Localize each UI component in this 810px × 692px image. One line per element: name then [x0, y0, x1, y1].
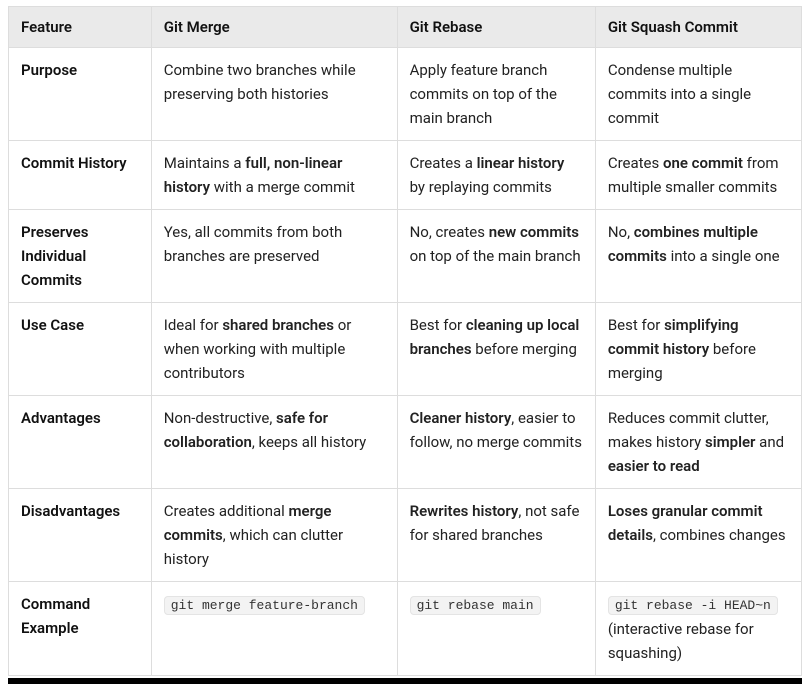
cell-feature: Preserves Individual Commits — [9, 210, 152, 303]
table-row: Command Examplegit merge feature-branchg… — [9, 582, 802, 676]
cell-rebase: Apply feature branch commits on top of t… — [397, 48, 595, 141]
cell-merge: Combine two branches while preserving bo… — [151, 48, 397, 141]
cell-squash: Creates one commit from multiple smaller… — [595, 141, 801, 210]
cell-rebase: Creates a linear history by replaying co… — [397, 141, 595, 210]
cell-merge: Maintains a full, non-linear history wit… — [151, 141, 397, 210]
cell-squash: Reduces commit clutter, makes history si… — [595, 396, 801, 489]
table-body: PurposeCombine two branches while preser… — [9, 48, 802, 676]
cell-feature: Command Example — [9, 582, 152, 676]
header-git-rebase: Git Rebase — [397, 7, 595, 48]
table-row: Preserves Individual CommitsYes, all com… — [9, 210, 802, 303]
cell-merge: git merge feature-branch — [151, 582, 397, 676]
cell-merge: Yes, all commits from both branches are … — [151, 210, 397, 303]
cell-merge: Non-destructive, safe for collaboration,… — [151, 396, 397, 489]
header-git-merge: Git Merge — [151, 7, 397, 48]
cell-squash: Condense multiple commits into a single … — [595, 48, 801, 141]
cell-feature: Advantages — [9, 396, 152, 489]
cell-feature: Disadvantages — [9, 489, 152, 582]
cell-merge: Creates additional merge commits, which … — [151, 489, 397, 582]
cell-feature: Commit History — [9, 141, 152, 210]
table-row: Commit HistoryMaintains a full, non-line… — [9, 141, 802, 210]
table-row: PurposeCombine two branches while preser… — [9, 48, 802, 141]
cell-merge: Ideal for shared branches or when workin… — [151, 303, 397, 396]
cell-feature: Purpose — [9, 48, 152, 141]
table-row: DisadvantagesCreates additional merge co… — [9, 489, 802, 582]
cell-squash: No, combines multiple commits into a sin… — [595, 210, 801, 303]
cell-rebase: Best for cleaning up local branches befo… — [397, 303, 595, 396]
table-header-row: Feature Git Merge Git Rebase Git Squash … — [9, 7, 802, 48]
cell-feature: Use Case — [9, 303, 152, 396]
header-feature: Feature — [9, 7, 152, 48]
cell-squash: git rebase -i HEAD~n (interactive rebase… — [595, 582, 801, 676]
cell-rebase: No, creates new commits on top of the ma… — [397, 210, 595, 303]
header-git-squash: Git Squash Commit — [595, 7, 801, 48]
comparison-table: Feature Git Merge Git Rebase Git Squash … — [8, 6, 802, 676]
table-row: AdvantagesNon-destructive, safe for coll… — [9, 396, 802, 489]
table-row: Use CaseIdeal for shared branches or whe… — [9, 303, 802, 396]
cell-rebase: Cleaner history, easier to follow, no me… — [397, 396, 595, 489]
cell-rebase: git rebase main — [397, 582, 595, 676]
cell-squash: Loses granular commit details, combines … — [595, 489, 801, 582]
cell-rebase: Rewrites history, not safe for shared br… — [397, 489, 595, 582]
cell-squash: Best for simplifying commit history befo… — [595, 303, 801, 396]
bottom-bar — [8, 678, 802, 684]
